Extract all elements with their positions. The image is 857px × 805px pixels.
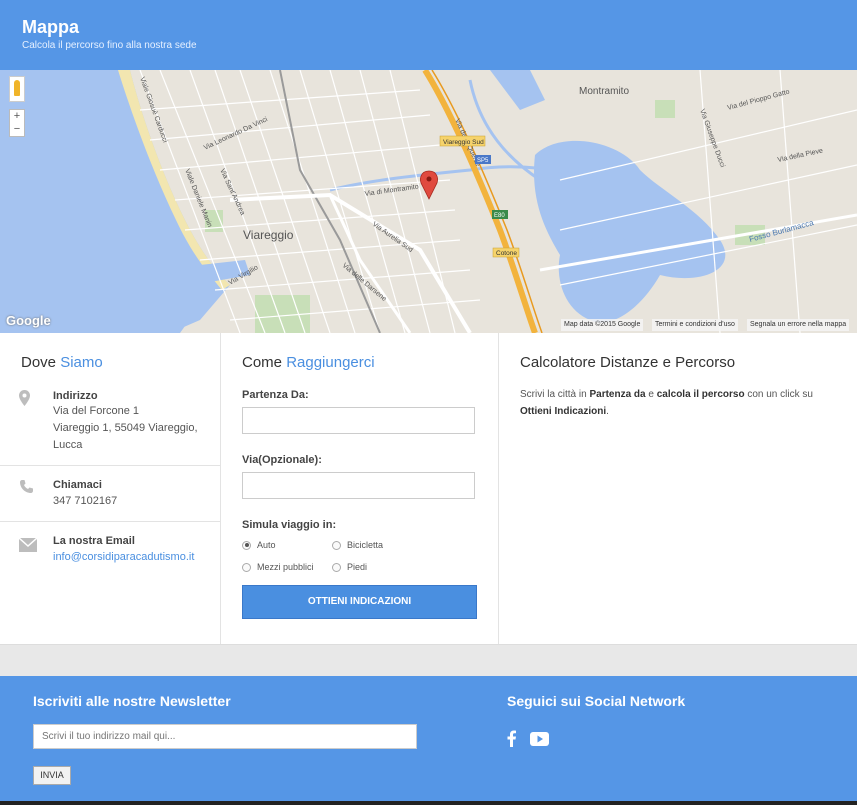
desc-bold-2: calcola il percorso bbox=[656, 389, 745, 400]
map-shield-e80-label: E80 bbox=[494, 213, 505, 219]
via-label: Via(Opzionale): bbox=[242, 454, 322, 466]
map-streets bbox=[139, 70, 857, 333]
map-marsh-top bbox=[490, 70, 545, 110]
map-terms-link[interactable]: Termini e condizioni d'uso bbox=[652, 319, 738, 331]
dove-siamo-panel: Dove Siamo Indirizzo Via del Forcone 1 V… bbox=[0, 333, 221, 644]
mode-auto-radio[interactable]: Auto bbox=[242, 540, 276, 550]
map-attribution-data: Map data ©2015 Google bbox=[561, 319, 644, 331]
calculator-title: Calcolatore Distanze e Percorso bbox=[520, 354, 736, 371]
map-shield-cotone-label: Cotone bbox=[496, 250, 517, 257]
email-block: La nostra Email info@corsidiparacadutism… bbox=[0, 522, 220, 582]
map-location-pin-icon[interactable] bbox=[420, 170, 438, 200]
page-title: Mappa bbox=[22, 17, 80, 37]
via-input[interactable] bbox=[242, 472, 475, 499]
footer: Iscriviti alle nostre Newsletter INVIA S… bbox=[0, 676, 857, 802]
zoom-in-button[interactable]: + bbox=[10, 110, 24, 123]
mode-auto-label: Auto bbox=[257, 540, 276, 550]
newsletter-title: Iscriviti alle nostre Newsletter bbox=[33, 693, 231, 709]
address-block: Indirizzo Via del Forcone 1 Viareggio 1,… bbox=[0, 381, 220, 466]
map-shield-viareggio-sud-label: Viareggio Sud bbox=[443, 139, 484, 146]
zoom-out-button[interactable]: − bbox=[10, 123, 24, 136]
map-label-pioppo: Via del Pioppo Gatto bbox=[727, 89, 791, 112]
facebook-icon[interactable] bbox=[507, 730, 516, 747]
map-label-andrea: Via Sant'Andrea bbox=[218, 168, 246, 217]
come-title-plain: Come bbox=[242, 354, 287, 371]
calculator-description: Scrivi la città in Partenza da e calcola… bbox=[520, 386, 835, 420]
map-lake bbox=[534, 140, 726, 323]
map-label-pieve: Via della Pieve bbox=[777, 147, 824, 163]
start-input[interactable] bbox=[242, 407, 475, 434]
radio-dot-mezzi[interactable] bbox=[242, 562, 251, 572]
map-label-ducci: Via Giuseppe Ducci bbox=[698, 108, 726, 168]
come-raggiungerci-panel: Come Raggiungerci Partenza Da: Via(Opzio… bbox=[221, 333, 499, 644]
desc-part-3: con un click su bbox=[744, 389, 813, 400]
dove-title-plain: Dove bbox=[21, 354, 61, 371]
social-title: Seguici sui Social Network bbox=[507, 693, 686, 709]
calculator-panel: Calcolatore Distanze e Percorso Scrivi l… bbox=[499, 333, 856, 644]
bottom-bar bbox=[0, 801, 857, 805]
mode-mezzi-label: Mezzi pubblici bbox=[257, 562, 314, 572]
page-subtitle: Calcola il percorso fino alla nostra sed… bbox=[22, 40, 197, 51]
map-railway bbox=[279, 70, 381, 333]
phone-label: Chiamaci bbox=[53, 479, 102, 491]
street-view-pegman-icon[interactable] bbox=[9, 76, 25, 102]
newsletter-field[interactable] bbox=[33, 724, 417, 749]
contact-section: Dove Siamo Indirizzo Via del Forcone 1 V… bbox=[0, 333, 857, 645]
map-label-montramito: Montramito bbox=[579, 86, 629, 97]
map-canvas[interactable]: Viareggio Montramito Viale Giosuè Carduc… bbox=[0, 70, 857, 333]
youtube-icon[interactable] bbox=[530, 732, 549, 746]
desc-bold-3: Ottieni Indicazioni bbox=[520, 406, 607, 417]
desc-part-2: e bbox=[645, 389, 657, 400]
travel-mode-label: Simula viaggio in: bbox=[242, 519, 337, 531]
desc-part-4: . bbox=[606, 406, 609, 417]
dove-title-highlight: Siamo bbox=[60, 354, 103, 371]
email-link[interactable]: info@corsidiparacadutismo.it bbox=[53, 551, 194, 563]
radio-dot-auto[interactable] bbox=[242, 540, 251, 550]
mode-piedi-radio[interactable]: Piedi bbox=[332, 562, 367, 572]
map-label-manin: Viale Daniele Manin bbox=[183, 168, 213, 228]
phone-number[interactable]: 347 7102167 bbox=[53, 493, 213, 510]
map-report-error-link[interactable]: Segnala un errore nella mappa bbox=[747, 319, 850, 331]
newsletter-email-input[interactable] bbox=[34, 725, 410, 747]
mode-bicicletta-radio[interactable]: Bicicletta bbox=[332, 540, 383, 550]
newsletter-submit-button[interactable]: INVIA bbox=[33, 766, 71, 785]
desc-bold-1: Partenza da bbox=[589, 389, 646, 400]
map-pin-icon bbox=[19, 390, 30, 406]
radio-dot-piedi[interactable] bbox=[332, 562, 341, 572]
page-header: Mappa Calcola il percorso fino alla nost… bbox=[0, 0, 857, 70]
radio-dot-bicicletta[interactable] bbox=[332, 540, 341, 550]
address-line2: Viareggio 1, 55049 Viareggio, Lucca bbox=[53, 422, 198, 451]
map-label-viareggio: Viareggio bbox=[243, 228, 294, 242]
phone-block: Chiamaci 347 7102167 bbox=[0, 466, 220, 522]
get-directions-button[interactable]: OTTIENI INDICAZIONI bbox=[242, 585, 477, 619]
desc-part-1: Scrivi la città in bbox=[520, 389, 590, 400]
come-raggiungerci-title: Come Raggiungerci bbox=[242, 354, 375, 371]
google-map[interactable]: Viareggio Montramito Viale Giosuè Carduc… bbox=[0, 70, 857, 333]
mail-icon bbox=[19, 538, 37, 552]
mode-mezzi-radio[interactable]: Mezzi pubblici bbox=[242, 562, 314, 572]
map-zoom-control[interactable]: + − bbox=[9, 109, 25, 137]
map-shield-sp5-label: SP5 bbox=[477, 158, 489, 164]
mode-bicicletta-label: Bicicletta bbox=[347, 540, 384, 550]
phone-icon bbox=[20, 480, 33, 493]
address-label: Indirizzo bbox=[53, 390, 98, 402]
email-value-wrap: info@corsidiparacadutismo.it bbox=[53, 549, 213, 566]
map-park-3 bbox=[655, 100, 675, 118]
start-label: Partenza Da: bbox=[242, 389, 309, 401]
come-title-highlight: Raggiungerci bbox=[286, 354, 375, 371]
email-label: La nostra Email bbox=[53, 535, 135, 547]
dove-siamo-title: Dove Siamo bbox=[21, 354, 103, 371]
address-line1: Via del Forcone 1 bbox=[53, 405, 140, 417]
google-logo: Google bbox=[6, 313, 51, 328]
mode-piedi-label: Piedi bbox=[347, 562, 368, 572]
